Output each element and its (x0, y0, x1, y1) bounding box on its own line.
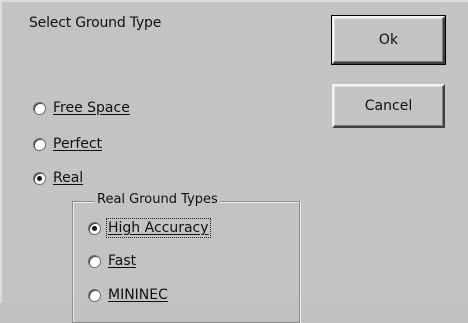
radio-label-perfect: Perfect (53, 136, 103, 152)
radio-label-high-accuracy: High Accuracy (106, 218, 211, 238)
radio-high-accuracy[interactable]: High Accuracy (88, 218, 211, 238)
radio-fast[interactable]: Fast (88, 253, 136, 269)
radio-free-space[interactable]: Free Space (33, 100, 130, 116)
real-ground-types-title: Real Ground Types (94, 192, 221, 207)
radio-mininec[interactable]: MININEC (88, 287, 168, 303)
radio-real[interactable]: Real (33, 170, 83, 186)
radio-label-real: Real (53, 170, 84, 186)
cancel-button[interactable]: Cancel (332, 84, 445, 128)
radio-button-icon[interactable] (88, 288, 101, 302)
dialog-title: Select Ground Type (29, 15, 162, 31)
radio-perfect[interactable]: Perfect (33, 136, 102, 152)
radio-button-checked-icon[interactable] (88, 221, 101, 235)
radio-button-icon[interactable] (33, 101, 46, 115)
radio-button-icon[interactable] (33, 137, 46, 151)
radio-label-mininec: MININEC (108, 287, 168, 303)
ok-button[interactable]: Ok (331, 15, 446, 65)
radio-button-icon[interactable] (88, 254, 101, 268)
radio-button-checked-icon[interactable] (33, 171, 46, 185)
radio-label-free-space: Free Space (53, 100, 130, 116)
radio-label-fast: Fast (108, 253, 137, 269)
select-ground-type-dialog: Select Ground Type Ok Cancel Free Space … (0, 0, 468, 323)
